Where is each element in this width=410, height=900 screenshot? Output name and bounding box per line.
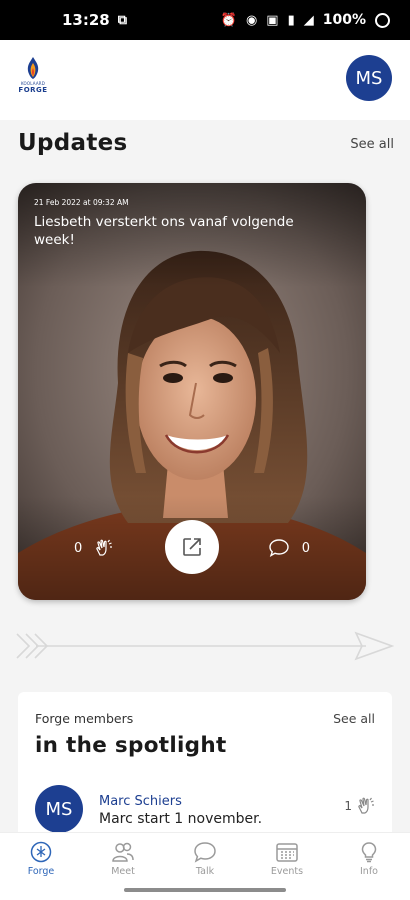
people-icon — [112, 842, 134, 862]
update-likes[interactable]: 0 — [74, 538, 114, 558]
profile-avatar[interactable]: MS — [346, 55, 392, 101]
vibrate-icon: ▮ — [287, 12, 295, 28]
forge-logo[interactable]: KOOLAARD FORGE — [16, 56, 50, 102]
nav-item-meet[interactable]: Meet — [82, 833, 164, 884]
alarm-icon: ⏰ — [220, 12, 237, 28]
likes-count: 0 — [74, 540, 83, 556]
nav-label-meet: Meet — [111, 865, 135, 877]
nav-item-forge[interactable]: Forge — [0, 833, 82, 884]
comment-icon — [269, 539, 289, 557]
share-button[interactable] — [165, 520, 219, 574]
clap-icon — [96, 539, 113, 556]
battery-icon — [375, 12, 390, 28]
updates-title: Updates — [18, 130, 128, 156]
member-likes[interactable]: 1 — [344, 796, 376, 816]
flame-icon — [27, 57, 39, 79]
spotlight-title: in the spotlight — [35, 733, 227, 758]
forge-icon — [30, 841, 52, 862]
member-likes-count: 1 — [344, 799, 352, 813]
arrow-divider — [16, 631, 394, 661]
nav-label-forge: Forge — [27, 865, 55, 877]
nav-item-talk[interactable]: Talk — [164, 833, 246, 884]
update-date: 21 Feb 2022 at 09:32 AM — [34, 198, 129, 207]
update-card[interactable]: 21 Feb 2022 at 09:32 AM Liesbeth verster… — [18, 183, 366, 600]
home-indicator[interactable] — [124, 888, 286, 892]
member-avatar[interactable]: MS — [35, 785, 83, 833]
spotlight-see-all-link[interactable]: See all — [333, 711, 375, 726]
gallery-notification-icon: ⧉ — [117, 12, 128, 28]
status-time: 13:28 — [62, 11, 110, 29]
spotlight-card: Forge members See all in the spotlight M… — [18, 692, 392, 842]
member-text: Marc start 1 november. — [99, 811, 263, 827]
external-link-icon — [183, 538, 201, 556]
nav-label-info: Info — [360, 865, 378, 877]
signal-icon: ◢ — [303, 12, 314, 28]
update-title: Liesbeth versterkt ons vanaf volgende we… — [34, 214, 294, 248]
chat-icon — [194, 841, 216, 863]
update-comments[interactable]: 0 — [268, 538, 310, 558]
clap-icon — [358, 797, 374, 814]
spotlight-subtitle: Forge members — [35, 711, 134, 726]
comments-count: 0 — [301, 540, 310, 556]
app-header: KOOLAARD FORGE MS — [0, 40, 410, 120]
nav-label-events: Events — [270, 865, 304, 877]
member-name[interactable]: Marc Schiers — [99, 794, 182, 809]
gesture-bar-area — [0, 884, 410, 900]
calendar-icon — [276, 842, 298, 862]
logo-text: FORGE — [18, 86, 48, 94]
status-bar: 13:28 ⧉ ⏰ ◉ ▣ ▮ ◢ 100% — [0, 0, 410, 40]
battery-level: 100% — [322, 12, 366, 28]
nav-item-events[interactable]: Events — [246, 833, 328, 884]
updates-see-all-link[interactable]: See all — [350, 137, 394, 152]
bottom-nav: Forge Meet Talk Events Info — [0, 832, 410, 884]
nav-item-info[interactable]: Info — [328, 833, 410, 884]
nav-label-talk: Talk — [195, 865, 215, 877]
hotspot-icon: ◉ — [245, 12, 258, 28]
nfc-icon: ▣ — [266, 12, 279, 28]
lightbulb-icon — [361, 841, 377, 862]
